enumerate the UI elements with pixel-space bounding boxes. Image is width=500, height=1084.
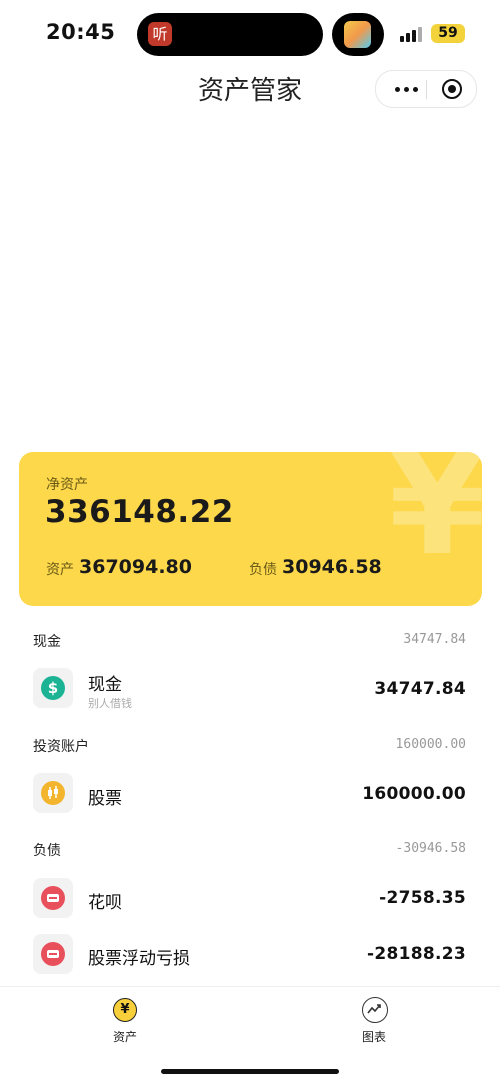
list-item-name[interactable]: 股票 [88,784,122,809]
list-item-name[interactable]: 花呗 [88,888,122,913]
list-item-name[interactable]: 现金 [88,670,122,695]
section-title-liabilities: 负债 [33,843,61,859]
signal-icon [400,26,424,42]
tab-assets[interactable]: 资产 [113,1028,137,1045]
section-total-cash: 34747.84 [403,632,466,647]
battery-indicator: 59 [431,24,465,43]
liabilities-label: 负债 [249,562,277,578]
stock-loss-row-icon [33,934,73,974]
section-title-investment: 投资账户 [33,739,89,755]
yen-icon[interactable]: ¥ [113,998,137,1022]
liabilities-value: 30946.58 [282,556,382,578]
candlestick-icon [41,781,65,805]
assets-label: 资产 [46,562,74,578]
tab-charts[interactable]: 图表 [362,1028,386,1045]
card-icon [41,886,65,910]
list-item-name[interactable]: 股票浮动亏损 [88,944,190,969]
stock-row-icon [33,773,73,813]
yen-watermark-icon: ¥ [388,452,482,587]
home-indicator [161,1069,339,1074]
close-target-icon[interactable] [442,79,462,99]
net-assets-card[interactable]: ¥ 净资产 336148.22 资产 367094.80 负债 30946.58 [19,452,482,606]
card-icon [41,942,65,966]
section-title-cash: 现金 [33,634,61,650]
dynamic-island: 听 [137,13,323,56]
net-assets-label: 净资产 [46,477,88,493]
huabei-row-icon [33,878,73,918]
section-total-investment: 160000.00 [395,737,466,752]
status-time: 20:45 [46,20,116,44]
list-item-amount: 160000.00 [362,784,466,804]
miniprogram-capsule [375,70,477,108]
section-total-liabilities: -30946.58 [395,841,466,856]
dollar-icon: $ [41,676,65,700]
list-item-amount: -28188.23 [366,944,466,964]
capsule-divider [426,80,427,99]
more-icon[interactable] [392,81,422,97]
svg-text:$: $ [48,679,58,697]
tabbar-divider [0,986,500,987]
dynamic-island-activity [332,13,384,56]
list-item-amount: 34747.84 [374,679,466,699]
list-item-amount: -2758.35 [379,888,466,908]
cash-row-icon: $ [33,668,73,708]
listen-app-icon: 听 [148,22,172,46]
assets-value: 367094.80 [79,556,192,578]
list-item-note: 别人借钱 [88,697,132,710]
game-app-icon [344,21,371,48]
net-assets-value: 336148.22 [45,494,234,530]
trend-chart-icon[interactable] [362,997,388,1023]
